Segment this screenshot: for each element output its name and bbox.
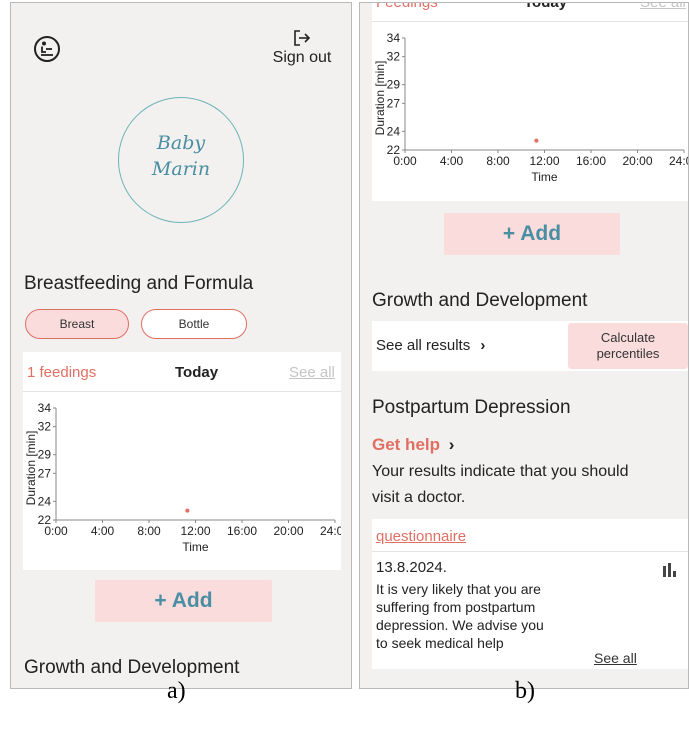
- calculate-percentiles-button[interactable]: Calculate percentiles: [568, 323, 688, 369]
- feedings-card: 1 feedings Today See all 22 24 27 29 32 34 0:0…: [23, 352, 341, 570]
- y-tick-label: 34: [387, 31, 401, 45]
- data-point: [185, 508, 190, 513]
- feedings-chart: 22 24 27 29 32 34 0:00 4:00 8:00 12:00 16:00 20:00 2…: [23, 394, 341, 562]
- x-tick-label: 12:00: [529, 154, 559, 168]
- y-axis-title: Duration [min]: [24, 431, 38, 506]
- screen-b: Feedings Today See all 22 24 27 29 32 34 0:00 4…: [359, 2, 689, 689]
- period-label-partial: Today: [524, 2, 568, 11]
- toggle-bottle[interactable]: Bottle: [141, 309, 247, 339]
- y-tick-label: 34: [38, 401, 52, 415]
- period-label: Today: [175, 364, 219, 381]
- get-help-label: Get help: [372, 435, 441, 454]
- section-title-growth: Growth and Development: [372, 290, 588, 311]
- x-tick-label: 4:00: [91, 524, 115, 538]
- see-all-results-link[interactable]: See all results ›: [376, 337, 485, 354]
- results-text: Your results indicate that you should vi…: [372, 459, 628, 511]
- x-tick-label: 16:00: [576, 154, 606, 168]
- x-tick-label: 0:00: [393, 154, 417, 168]
- bar-chart-icon[interactable]: [662, 563, 678, 577]
- baby-name-logo: Baby Marin: [118, 97, 244, 223]
- chart-svg: 2224272932340:00 4:00 8:00 12:00 16:00 20:00 2…: [24, 401, 341, 554]
- x-tick-label: 8:00: [486, 154, 510, 168]
- baby-name-line1: Baby: [156, 132, 206, 154]
- chevron-right-icon: ›: [448, 435, 455, 454]
- results-text-line1: Your results indicate that you should: [372, 463, 629, 480]
- baby-name-line2: Marin: [151, 158, 211, 180]
- see-all-link[interactable]: See all: [594, 650, 637, 666]
- x-tick-label: 24:00: [669, 154, 689, 168]
- add-button[interactable]: + Add: [444, 213, 620, 255]
- feedings-card: Feedings Today See all 22 24 27 29 32 34 0:00 4…: [372, 2, 689, 201]
- x-tick-label: 0:00: [44, 524, 68, 538]
- advice-line2: suffering from postpartum: [376, 599, 536, 615]
- card-divider: [372, 551, 688, 552]
- toggle-breast[interactable]: Breast: [25, 309, 129, 339]
- sign-out-label: Sign out: [272, 49, 332, 66]
- add-button[interactable]: + Add: [95, 580, 272, 622]
- advice-line3: depression. We advise you: [376, 617, 544, 633]
- advice-text: It is very likely that you are suffering…: [376, 580, 544, 652]
- y-tick-label: 29: [387, 78, 401, 92]
- x-axis-title: Time: [531, 170, 558, 184]
- x-tick-label: 4:00: [440, 154, 464, 168]
- calculate-percentiles-line2: percentiles: [596, 346, 660, 361]
- card-divider: [372, 21, 688, 22]
- see-all-link[interactable]: See all: [289, 364, 335, 381]
- y-axis-title: Duration [min]: [373, 61, 387, 136]
- x-tick-label: 20:00: [622, 154, 652, 168]
- y-tick-label: 24: [38, 494, 52, 508]
- y-tick-label: 27: [387, 96, 401, 110]
- sign-out-icon: [294, 30, 311, 46]
- sign-out-button[interactable]: Sign out: [267, 29, 337, 71]
- result-date: 13.8.2024.: [376, 559, 447, 576]
- caption-b: b): [515, 678, 535, 704]
- x-tick-label: 24:00: [320, 524, 341, 538]
- screen-a: Sign out Baby Marin Breastfeeding and Fo…: [10, 2, 352, 689]
- results-text-line2: visit a doctor.: [372, 489, 466, 506]
- see-all-link-partial[interactable]: See all: [640, 3, 686, 11]
- feedings-count: 1 feedings: [27, 364, 97, 381]
- data-point: [534, 138, 539, 143]
- section-title-growth: Growth and Development: [24, 657, 240, 678]
- card-divider: [23, 391, 341, 392]
- advice-line4: to seek medical help: [376, 635, 504, 651]
- y-tick-label: 32: [387, 50, 401, 64]
- section-title-breastfeeding: Breastfeeding and Formula: [24, 273, 254, 294]
- baby-changing-icon[interactable]: [33, 35, 61, 63]
- x-tick-label: 8:00: [137, 524, 161, 538]
- questionnaire-card: questionnaire 13.8.2024. It is very like…: [372, 519, 688, 669]
- see-all-results-label: See all results: [376, 337, 471, 354]
- advice-line1: It is very likely that you are: [376, 581, 541, 597]
- x-axis-title: Time: [182, 540, 209, 554]
- get-help-link[interactable]: Get help ›: [372, 435, 454, 455]
- x-tick-label: 20:00: [273, 524, 303, 538]
- growth-card: See all results › Calculate percentiles: [372, 321, 688, 371]
- y-tick-label: 27: [38, 466, 52, 480]
- x-tick-label: 12:00: [180, 524, 210, 538]
- section-title-ppd: Postpartum Depression: [372, 397, 571, 418]
- questionnaire-link[interactable]: questionnaire: [376, 528, 466, 545]
- caption-a: a): [167, 678, 186, 704]
- chevron-right-icon: ›: [480, 337, 486, 354]
- feedings-header-partial: Feedings: [376, 2, 438, 11]
- y-tick-label: 29: [38, 448, 52, 462]
- x-tick-label: 16:00: [227, 524, 257, 538]
- chart-svg: 2224272932340:00 4:00 8:00 12:00 16:00 20:00 2…: [373, 31, 689, 184]
- feedings-chart: 22 24 27 29 32 34 0:00 4:00 8:00 12:00 16:00 20:00 2…: [372, 24, 689, 192]
- calculate-percentiles-line1: Calculate: [600, 330, 656, 345]
- y-tick-label: 32: [38, 420, 52, 434]
- y-tick-label: 24: [387, 124, 401, 138]
